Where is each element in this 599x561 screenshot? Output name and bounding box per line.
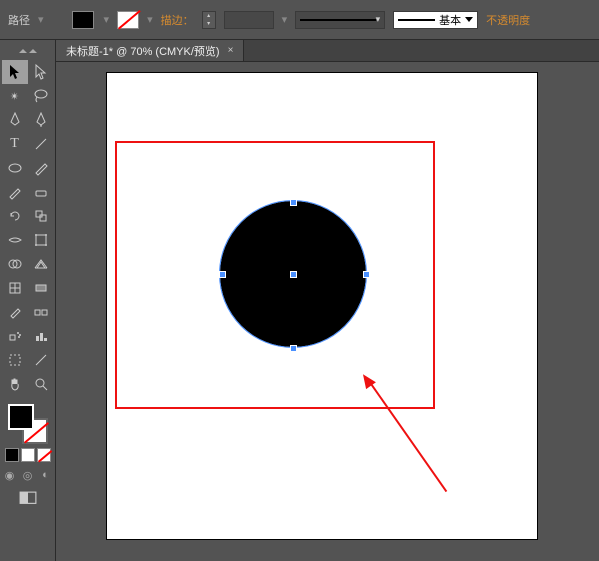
magic-wand-tool[interactable]: ✴ bbox=[2, 84, 28, 108]
pen-tool[interactable] bbox=[2, 108, 28, 132]
color-mode-row bbox=[5, 448, 51, 462]
opacity-label: 不透明度 bbox=[486, 12, 530, 28]
anchor-right[interactable] bbox=[363, 271, 370, 278]
lasso-tool[interactable] bbox=[28, 84, 54, 108]
tab-close-icon[interactable]: × bbox=[228, 45, 234, 56]
width-tool[interactable] bbox=[2, 228, 28, 252]
options-bar: 路径 ▾ ▾ ▾ 描边： ▴▾ ▾ ▾ 基本 不透明度 bbox=[0, 0, 599, 40]
anchor-top[interactable] bbox=[290, 199, 297, 206]
anchor-center[interactable] bbox=[290, 271, 297, 278]
draw-normal-icon[interactable]: ◉ bbox=[3, 468, 17, 482]
draw-behind-icon[interactable]: ◎ bbox=[21, 468, 35, 482]
swatch-none[interactable] bbox=[37, 448, 51, 462]
artboard[interactable] bbox=[106, 72, 538, 540]
document-tab[interactable]: 未标题-1* @ 70% (CMYK/预览) × bbox=[56, 40, 244, 61]
fill-stroke-indicator[interactable] bbox=[8, 404, 48, 444]
stroke-profile-label: 基本 bbox=[439, 12, 461, 28]
fill-color-swatch[interactable] bbox=[72, 11, 94, 29]
artboard-tool[interactable] bbox=[2, 348, 28, 372]
curvature-tool[interactable] bbox=[28, 108, 54, 132]
stroke-label: 描边： bbox=[161, 12, 194, 28]
paintbrush-tool[interactable] bbox=[28, 156, 54, 180]
zoom-tool[interactable] bbox=[28, 372, 54, 396]
draw-mode-row: ◉ ◎ ◐ bbox=[3, 468, 53, 482]
tools-panel: ✴ T bbox=[0, 40, 56, 561]
line-tool[interactable] bbox=[28, 132, 54, 156]
canvas-viewport[interactable] bbox=[56, 62, 599, 561]
scale-tool[interactable] bbox=[28, 204, 54, 228]
free-transform-tool[interactable] bbox=[28, 228, 54, 252]
stroke-weight-stepper[interactable]: ▴▾ bbox=[202, 11, 216, 29]
hand-tool[interactable] bbox=[2, 372, 28, 396]
rotate-tool[interactable] bbox=[2, 204, 28, 228]
draw-inside-icon[interactable]: ◐ bbox=[39, 468, 53, 482]
stroke-color-swatch[interactable] bbox=[117, 11, 139, 29]
selection-tool[interactable] bbox=[2, 60, 28, 84]
pencil-tool[interactable] bbox=[2, 180, 28, 204]
stroke-dash-dropdown[interactable]: ▾ bbox=[295, 11, 385, 29]
screen-mode-toggle[interactable] bbox=[18, 490, 38, 506]
eraser-tool[interactable] bbox=[28, 180, 54, 204]
slice-tool[interactable] bbox=[28, 348, 54, 372]
blend-tool[interactable] bbox=[28, 300, 54, 324]
shape-builder-tool[interactable] bbox=[2, 252, 28, 276]
stroke-profile-dropdown[interactable]: 基本 bbox=[393, 11, 478, 29]
symbol-sprayer-tool[interactable] bbox=[2, 324, 28, 348]
direct-selection-tool[interactable] bbox=[28, 60, 54, 84]
ellipse-tool[interactable] bbox=[2, 156, 28, 180]
swatch-black[interactable] bbox=[5, 448, 19, 462]
gradient-tool[interactable] bbox=[28, 276, 54, 300]
stroke-weight-field[interactable] bbox=[224, 11, 274, 29]
anchor-left[interactable] bbox=[219, 271, 226, 278]
tools-collapse-icon[interactable] bbox=[0, 46, 55, 56]
perspective-grid-tool[interactable] bbox=[28, 252, 54, 276]
type-tool[interactable]: T bbox=[2, 132, 28, 156]
document-tab-title: 未标题-1* @ 70% (CMYK/预览) bbox=[66, 43, 220, 59]
document-tab-bar: 未标题-1* @ 70% (CMYK/预览) × bbox=[56, 40, 599, 62]
mesh-tool[interactable] bbox=[2, 276, 28, 300]
swatch-white[interactable] bbox=[21, 448, 35, 462]
anchor-bottom[interactable] bbox=[290, 345, 297, 352]
path-mode-label[interactable]: 路径 bbox=[8, 12, 30, 28]
eyedropper-tool[interactable] bbox=[2, 300, 28, 324]
column-graph-tool[interactable] bbox=[28, 324, 54, 348]
